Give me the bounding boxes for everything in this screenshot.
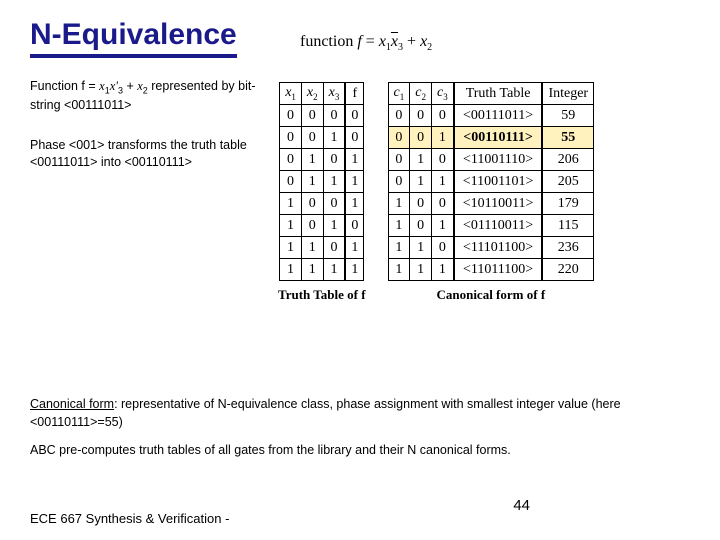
page-number: 44	[513, 497, 530, 514]
canonical-table: c1c2c3Truth TableInteger 000<00111011>59…	[388, 82, 595, 281]
slide-title: N-Equivalence	[30, 18, 237, 58]
description-1: Function f = x1x'3 + x2 represented by b…	[30, 78, 260, 115]
bottom-notes: Canonical form: representative of N-equi…	[30, 395, 690, 469]
truth-caption: Truth Table of f	[278, 287, 366, 303]
truth-table-f: x1x2x3f 00000010010101111001101011011111	[279, 82, 364, 281]
function-formula: function f = x1x3 + x2	[300, 33, 432, 53]
footer-text: ECE 667 Synthesis & Verification -	[30, 511, 229, 526]
canonical-caption: Canonical form of f	[436, 287, 545, 303]
description-2: Phase <001> transforms the truth table <…	[30, 137, 260, 172]
